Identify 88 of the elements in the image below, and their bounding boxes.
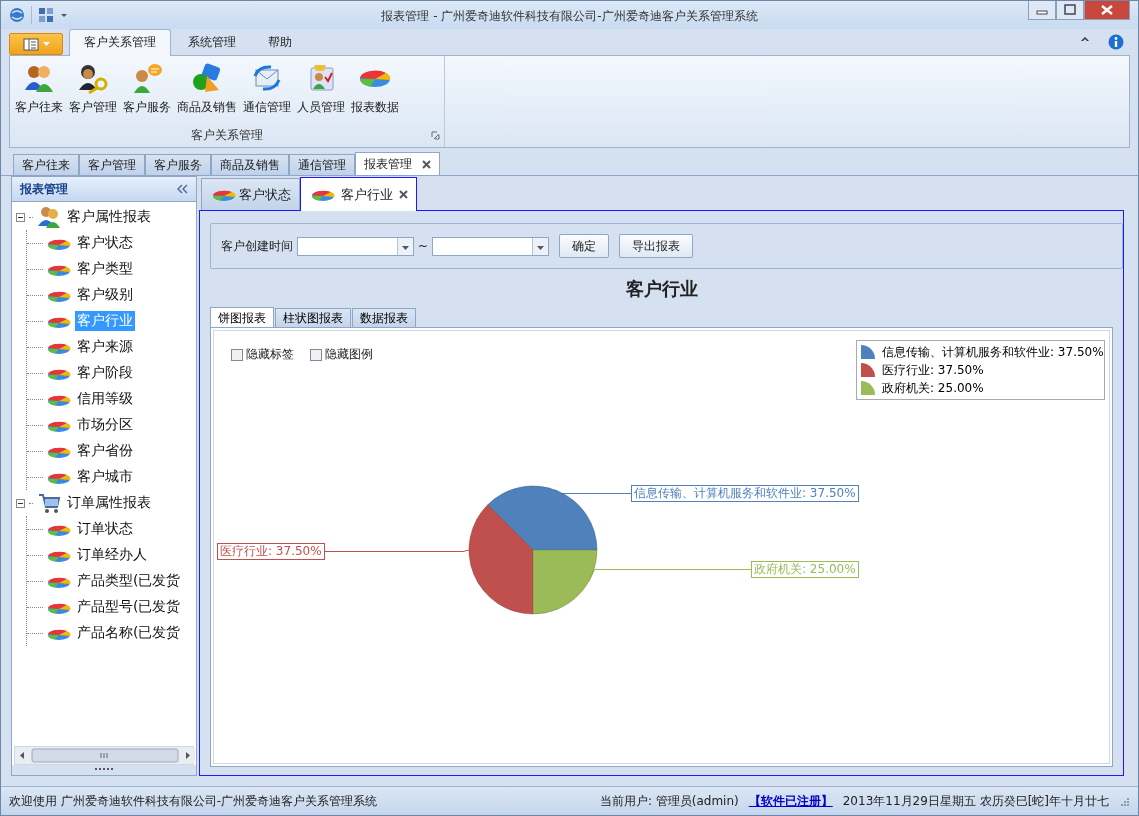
- splitter-grip-icon[interactable]: [95, 765, 113, 773]
- close-icon[interactable]: [422, 159, 431, 169]
- checkbox-label: 隐藏图例: [325, 346, 373, 363]
- tree-item[interactable]: 产品型号(已发货: [75, 597, 183, 617]
- resize-grip-icon[interactable]: [1119, 795, 1130, 807]
- date-dropdown[interactable]: [297, 236, 414, 256]
- tree-item[interactable]: 客户级别: [75, 285, 135, 305]
- tree-item[interactable]: 产品名称(已发货: [75, 623, 183, 643]
- close-icon[interactable]: [1084, 1, 1130, 20]
- ribbon-tab[interactable]: 客户关系管理: [69, 29, 171, 56]
- tree-item[interactable]: 信用等级: [75, 389, 135, 409]
- status-date: 2013年11月29日星期五 农历癸巳[蛇]年十月廿七: [842, 792, 1109, 810]
- tree-item[interactable]: 市场分区: [75, 415, 135, 435]
- collapse-box-icon[interactable]: [16, 212, 25, 222]
- tree-item[interactable]: 订单经办人: [75, 545, 149, 565]
- info-icon[interactable]: [1108, 34, 1124, 50]
- ribbon-button[interactable]: 通信管理: [240, 60, 294, 118]
- action-button[interactable]: 确定: [559, 234, 610, 258]
- range-separator: ~: [418, 239, 429, 253]
- chart-tab[interactable]: 饼图报表: [210, 307, 274, 328]
- chart-tab[interactable]: 数据报表: [352, 308, 416, 328]
- data-label: 医疗行业: 37.50%: [217, 543, 325, 560]
- collapse-box-icon[interactable]: [16, 498, 25, 508]
- chart-tab[interactable]: 柱状图报表: [275, 308, 351, 328]
- field-label: 客户创建时间: [221, 237, 293, 255]
- dialog-launcher-icon[interactable]: [431, 131, 440, 140]
- group-label: 客户关系管理: [191, 127, 263, 144]
- report-tab[interactable]: 客户行业: [300, 177, 417, 211]
- person-speech-icon: [131, 62, 163, 94]
- ribbon-button[interactable]: 客户往来: [12, 60, 66, 118]
- tree-item[interactable]: 订单状态: [75, 519, 135, 539]
- shapes-icon: [191, 62, 223, 94]
- checkbox-label: 隐藏标签: [246, 346, 294, 363]
- app-menu-button[interactable]: [9, 33, 63, 55]
- tree-item[interactable]: 客户阶段: [75, 363, 135, 383]
- tree-item[interactable]: 订单属性报表: [65, 493, 153, 513]
- tree-item[interactable]: 客户属性报表: [65, 207, 153, 227]
- document-tab[interactable]: 客户服务: [145, 154, 211, 175]
- layout-grid-icon[interactable]: [38, 7, 54, 23]
- current-user: 当前用户: 管理员(admin): [599, 792, 739, 810]
- collapse-ribbon-icon[interactable]: [1080, 34, 1090, 43]
- close-icon[interactable]: [399, 190, 408, 199]
- ribbon-button[interactable]: 客户管理: [66, 60, 120, 118]
- caret-down-icon: [532, 237, 549, 255]
- person-key-icon: [77, 62, 109, 94]
- app-globe-icon: [9, 7, 25, 23]
- document-tab[interactable]: 客户往来: [13, 154, 79, 175]
- data-label: 政府机关: 25.00%: [751, 561, 859, 578]
- date-dropdown[interactable]: [432, 236, 550, 256]
- tree-item[interactable]: 客户状态: [75, 233, 135, 253]
- ribbon-button[interactable]: 人员管理: [294, 60, 348, 118]
- tree-item[interactable]: 客户城市: [75, 467, 135, 487]
- caret-down-icon[interactable]: [60, 12, 68, 18]
- caret-down-icon: [42, 42, 50, 46]
- envelope-arrows-icon: [251, 62, 283, 94]
- tree-item[interactable]: 产品类型(已发货: [75, 571, 183, 591]
- maximize-icon[interactable]: [1056, 1, 1084, 20]
- report-tab[interactable]: 客户状态: [201, 178, 300, 210]
- data-label: 信息传输、计算机服务和软件业: 37.50%: [631, 485, 859, 502]
- ribbon-tab[interactable]: 帮助: [253, 29, 307, 55]
- people-icon: [37, 205, 61, 229]
- status-text: 欢迎使用 广州爱奇迪软件科技有限公司-广州爱奇迪客户关系管理系统: [9, 792, 378, 810]
- action-button[interactable]: 导出报表: [619, 234, 694, 258]
- report-title: 客户行业: [624, 277, 699, 301]
- ribbon-button[interactable]: 客户服务: [120, 60, 174, 118]
- checkbox[interactable]: [231, 348, 243, 361]
- window-title: 报表管理 - 广州爱奇迪软件科技有限公司-广州爱奇迪客户关系管理系统: [380, 8, 759, 25]
- legend-label: 医疗行业: 37.50%: [882, 361, 984, 379]
- ribbon-tab[interactable]: 系统管理: [173, 29, 251, 55]
- document-tab[interactable]: 报表管理: [355, 152, 440, 175]
- cart-icon: [37, 491, 61, 515]
- ribbon-button[interactable]: 商品及销售: [174, 60, 240, 118]
- tree-item[interactable]: 客户来源: [75, 337, 135, 357]
- legend-label: 政府机关: 25.00%: [882, 379, 984, 397]
- panel-title: 报表管理: [20, 180, 68, 198]
- checkbox[interactable]: [310, 348, 322, 361]
- document-tab[interactable]: 商品及销售: [211, 154, 289, 175]
- document-tab[interactable]: 通信管理: [289, 154, 355, 175]
- document-tab[interactable]: 客户管理: [79, 154, 145, 175]
- legend-label: 信息传输、计算机服务和软件业: 37.50%: [882, 343, 1104, 361]
- ribbon-button[interactable]: 报表数据: [348, 60, 402, 118]
- caret-down-icon: [397, 237, 413, 255]
- book-icon: [22, 37, 39, 51]
- tree-item[interactable]: 客户类型: [75, 259, 135, 279]
- collapse-icon[interactable]: [177, 184, 188, 194]
- tree-item[interactable]: 客户省份: [75, 441, 135, 461]
- minimize-icon[interactable]: [1028, 1, 1056, 20]
- registration-link[interactable]: 【软件已注册】: [748, 792, 833, 810]
